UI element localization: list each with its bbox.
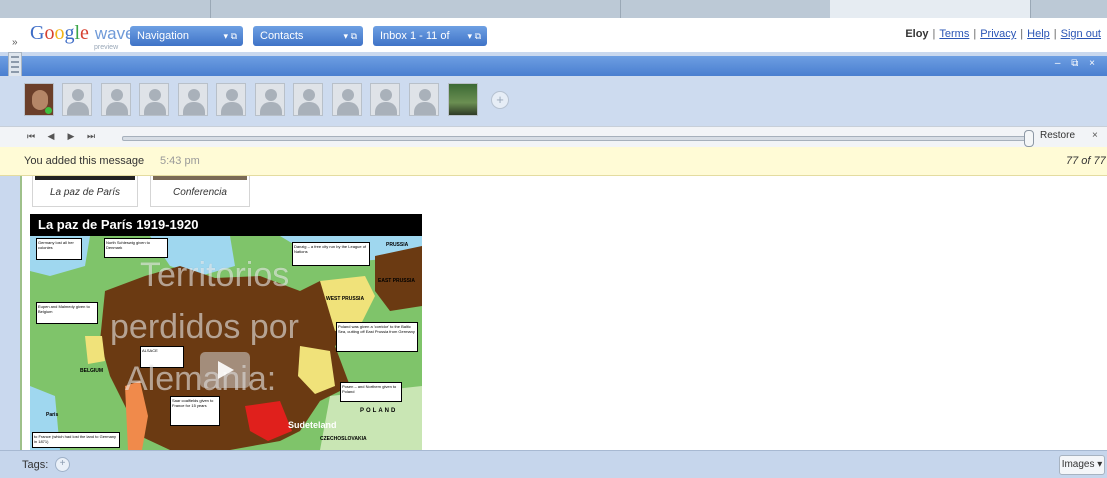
privacy-link[interactable]: Privacy	[980, 28, 1016, 40]
map-annotation: Germany lost all her colonies	[36, 238, 82, 260]
video-title: La paz de París 1919-1920	[30, 214, 422, 236]
add-participant-icon[interactable]: +	[491, 91, 509, 109]
inbox-label: Inbox 1 - 11 of	[380, 30, 450, 42]
map-label: POLAND	[360, 408, 398, 414]
map-label: CZECHOSLOVAKIA	[320, 436, 367, 442]
close-icon[interactable]: ×	[1092, 130, 1098, 141]
avatar[interactable]	[100, 83, 131, 116]
terms-link[interactable]: Terms	[939, 28, 969, 40]
wave-title-bar	[0, 56, 1107, 76]
notice-time: 5:43 pm	[160, 155, 200, 167]
window-controls[interactable]: ‒ ⧉ ×	[1055, 58, 1099, 69]
avatar[interactable]	[370, 83, 400, 116]
map-annotation: Eupen and Malmedy given to Belgium	[36, 302, 98, 324]
user-links: Eloy | Terms | Privacy | Help | Sign out	[905, 28, 1101, 40]
map-annotation: Posen – and Northern given to Poland	[340, 382, 402, 402]
blip-indicator	[20, 176, 22, 450]
avatar[interactable]	[408, 83, 439, 116]
map-label: WEST PRUSSIA	[326, 296, 365, 302]
avatar[interactable]	[139, 83, 169, 116]
map-annotation: Danzig – a free city run by the League o…	[292, 242, 370, 266]
avatar[interactable]	[24, 83, 54, 116]
map-annotation: Saar coalfields given to France for 15 y…	[170, 396, 220, 426]
navigation-label: Navigation	[137, 30, 189, 42]
username: Eloy	[905, 28, 929, 40]
tags-label: Tags:	[22, 459, 49, 471]
first-icon[interactable]: ⏮	[24, 129, 38, 144]
add-tag-icon[interactable]: +	[55, 457, 70, 472]
video-overlay-text: perdidos por	[110, 308, 300, 346]
avatar[interactable]	[216, 83, 246, 116]
panel-controls-icon[interactable]: ▾ ⧉	[224, 26, 237, 46]
slider-thumb[interactable]	[1024, 130, 1034, 147]
map-label: PRUSSIA	[386, 242, 409, 248]
notice-message: You added this message	[24, 155, 145, 167]
play-button[interactable]	[200, 352, 250, 388]
thumbnail-caption: La paz de París	[49, 187, 121, 198]
avatar[interactable]	[331, 83, 362, 116]
tab-segment[interactable]	[0, 0, 211, 18]
thumbnail-caption: Conferencia	[173, 187, 227, 198]
app-logo: Google wave	[30, 22, 135, 44]
contacts-button[interactable]: Contacts ▾ ⧉	[253, 26, 363, 46]
map-label: Sudeteland	[288, 420, 337, 430]
help-link[interactable]: Help	[1027, 28, 1050, 40]
contacts-label: Contacts	[260, 30, 304, 42]
map-annotation: to France (which had lost the land to Ge…	[32, 432, 120, 448]
logo-subtitle: preview	[94, 44, 119, 51]
last-icon[interactable]: ⏭	[84, 129, 98, 144]
map-label: EAST PRUSSIA	[378, 278, 415, 284]
map-annotation: Poland was given a 'corridor' to the Bal…	[336, 322, 418, 352]
playback-slider[interactable]	[122, 136, 1032, 141]
navigation-button[interactable]: Navigation ▾ ⧉	[130, 26, 243, 46]
video-overlay-text: Territorios	[140, 256, 290, 294]
panel-controls-icon[interactable]: ▾ ⧉	[344, 26, 357, 46]
wave-footer	[0, 450, 1107, 478]
avatar[interactable]	[62, 83, 92, 116]
restore-button[interactable]: Restore	[1040, 130, 1075, 141]
map-label: Paris	[46, 412, 59, 418]
map-annotation: North Schleswig given to Denmark	[104, 238, 168, 258]
expand-icon[interactable]: »	[12, 37, 18, 48]
avatar[interactable]	[177, 83, 208, 116]
play-icon	[218, 361, 234, 379]
inbox-button[interactable]: Inbox 1 - 11 of ▾ ⧉	[373, 26, 487, 46]
message-count: 77 of 77	[1066, 155, 1106, 167]
online-status-icon	[45, 107, 52, 114]
map-label: BELGIUM	[80, 368, 104, 374]
avatar[interactable]	[254, 83, 285, 116]
sign-out-link[interactable]: Sign out	[1061, 28, 1101, 40]
next-icon[interactable]: ▶	[64, 129, 78, 144]
panel-controls-icon[interactable]: ▾ ⧉	[468, 26, 481, 46]
image-thumbnail[interactable]: Conferencia	[150, 176, 250, 207]
previous-icon[interactable]: ◀	[44, 129, 58, 144]
images-button[interactable]: Images ▾	[1059, 455, 1105, 475]
avatar[interactable]	[448, 83, 478, 116]
image-thumbnail[interactable]: La paz de París	[32, 176, 138, 207]
browser-tab-strip	[0, 0, 1107, 18]
tab-segment[interactable]	[620, 0, 831, 18]
avatar[interactable]	[293, 83, 323, 116]
tab-segment[interactable]	[210, 0, 621, 18]
tab-segment[interactable]	[830, 0, 1031, 18]
logo-wave-text: wave	[94, 24, 135, 43]
